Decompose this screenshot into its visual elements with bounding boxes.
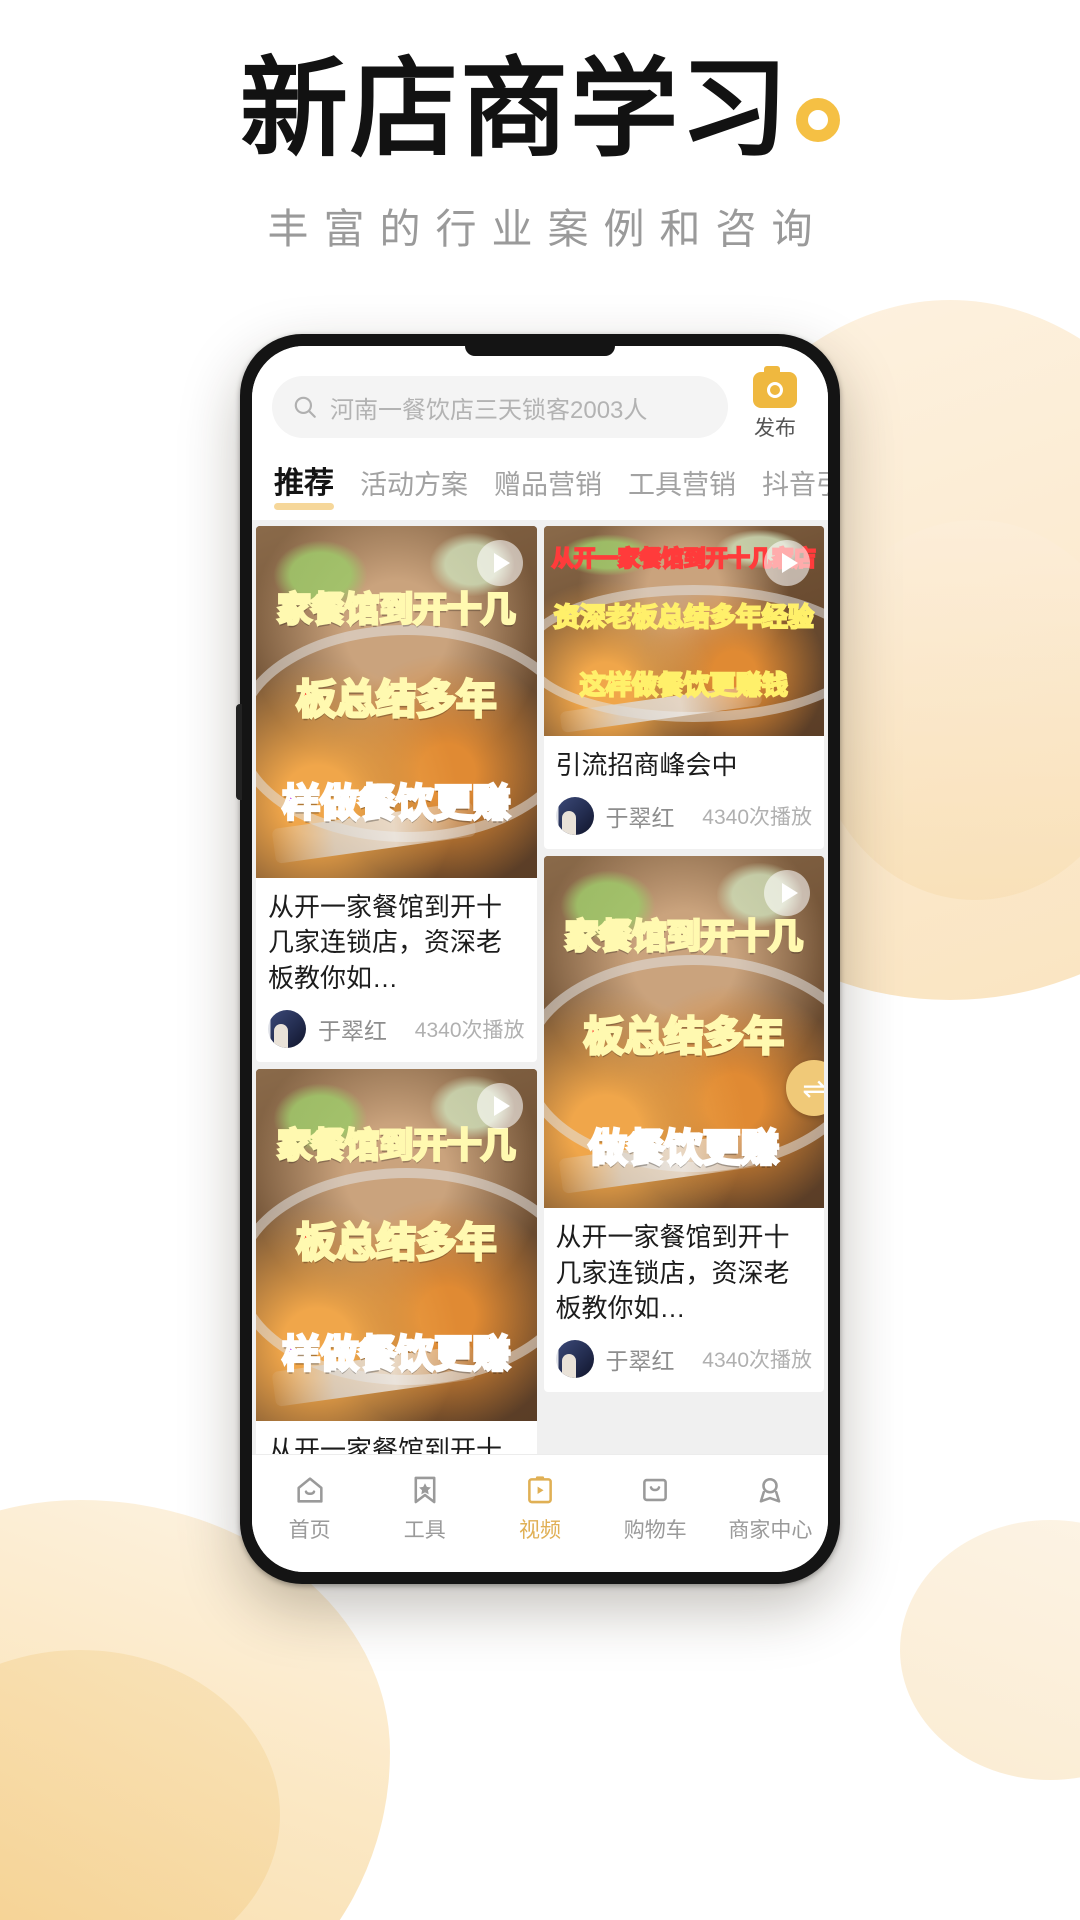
play-count: 4340次播放 (702, 1349, 812, 1373)
nav-label-cart: 购物车 (623, 1519, 687, 1542)
thumb-overlay-bottom: 样做餐饮更赚 (281, 780, 512, 827)
thumb-overlay-bottom: 做餐饮更赚 (587, 1124, 780, 1171)
home-icon (296, 1477, 323, 1503)
bookmark-star-icon (414, 1476, 436, 1504)
nav-item-tools[interactable]: 工具 (367, 1473, 482, 1544)
title-dot-icon (796, 98, 840, 142)
tab-activity-plan[interactable]: 活动方案 (360, 463, 468, 512)
publish-button[interactable]: 发布 (738, 366, 812, 442)
thumb-overlay-mid: 板总结多年 (295, 675, 498, 724)
thumb-overlay-mid: 板总结多年 (582, 1013, 785, 1062)
bg-blob-right-bottom (900, 1520, 1080, 1780)
search-row: 河南一餐饮店三天锁客2003人 发布 (252, 346, 828, 452)
nav-label-merchant: 商家中心 (728, 1519, 813, 1542)
nav-item-home[interactable]: 首页 (252, 1473, 367, 1544)
video-card-body: 从开一家餐馆到开十几家连 (256, 1421, 537, 1454)
tab-gift-marketing[interactable]: 赠品营销 (494, 463, 602, 512)
phone-notch (465, 346, 615, 356)
author-name: 于翠红 (605, 1348, 675, 1375)
nav-item-cart[interactable]: 购物车 (598, 1473, 713, 1544)
thumb-overlay-bottom: 这样做餐饮更赚钱 (579, 670, 789, 702)
phone-screen: 河南一餐饮店三天锁客2003人 发布 推荐 活动方案 赠品营销 工具营销 抖音引… (252, 346, 828, 1572)
play-button[interactable] (764, 540, 810, 586)
thumb-overlay-mid: 板总结多年 (295, 1218, 498, 1267)
thumb-overlay-bottom: 样做餐饮更赚 (281, 1330, 512, 1377)
video-clipboard-icon (528, 1476, 552, 1504)
page-title-text: 新店商学习 (239, 47, 790, 172)
feed-column-left: 家餐馆到开十几 板总结多年 样做餐饮更赚 从开一家餐馆到开十几家连锁店，资深老板… (256, 526, 537, 1454)
video-thumbnail[interactable]: 家餐馆到开十几 板总结多年 做餐饮更赚 ⇌ (543, 856, 824, 1209)
video-card-body: 引流招商峰会中 (544, 736, 825, 787)
page-subtitle: 丰富的行业案例和咨询 (267, 205, 828, 252)
video-card[interactable]: 从开一家餐馆到开十几家店 资深老板总结多年经验 这样做餐饮更赚钱 引流招商峰会中… (543, 526, 825, 850)
video-feed[interactable]: 家餐馆到开十几 板总结多年 样做餐饮更赚 从开一家餐馆到开十几家连锁店，资深老板… (252, 520, 828, 1454)
author-name: 于翠红 (318, 1018, 387, 1045)
play-count: 4340次播放 (702, 806, 812, 830)
thumb-overlay-mid: 资深老板总结多年经验 (553, 602, 815, 634)
nav-item-merchant[interactable]: 商家中心 (713, 1473, 828, 1544)
nav-item-video[interactable]: 视频 (482, 1473, 597, 1544)
search-icon (294, 396, 316, 418)
video-thumbnail[interactable]: 从开一家餐馆到开十几家店 资深老板总结多年经验 这样做餐饮更赚钱 (543, 526, 824, 736)
hero-section: 新店商学习 丰富的行业案例和咨询 (0, 0, 1080, 255)
nav-label-video: 视频 (519, 1519, 561, 1542)
video-meta: 于翠红 4340次播放 (544, 1330, 825, 1392)
nav-label-tools: 工具 (403, 1519, 446, 1542)
search-placeholder-text: 河南一餐饮店三天锁客2003人 (330, 396, 648, 424)
avatar[interactable] (555, 1340, 594, 1379)
thumb-overlay-top: 家餐馆到开十几 (563, 916, 804, 959)
camera-icon (753, 366, 797, 408)
avatar[interactable] (268, 1010, 306, 1049)
video-title: 从开一家餐馆到开十几家连锁店，资深老板教你如… (555, 1222, 790, 1324)
tab-tool-marketing[interactable]: 工具营销 (628, 463, 736, 512)
tab-recommend[interactable]: 推荐 (274, 458, 334, 512)
video-title: 引流招商峰会中 (555, 750, 738, 780)
bottom-navigation[interactable]: 首页 工具 视频 购物车 商家中心 (252, 1454, 828, 1572)
video-meta: 于翠红 4340次播放 (544, 787, 825, 849)
feed-column-right: 从开一家餐馆到开十几家店 资深老板总结多年经验 这样做餐饮更赚钱 引流招商峰会中… (543, 526, 825, 1454)
video-title: 从开一家餐馆到开十几家连锁店，资深老板教你如… (268, 892, 503, 993)
play-button[interactable] (476, 540, 523, 586)
phone-mockup: 河南一餐饮店三天锁客2003人 发布 推荐 活动方案 赠品营销 工具营销 抖音引… (236, 334, 840, 1584)
video-card[interactable]: 家餐馆到开十几 板总结多年 做餐饮更赚 ⇌ 从开一家餐馆到开十几家连锁店，资深老… (543, 856, 825, 1393)
video-thumbnail[interactable]: 家餐馆到开十几 板总结多年 样做餐饮更赚 (256, 1069, 537, 1422)
thumb-overlay-top: 家餐馆到开十几 (276, 589, 517, 632)
page-title: 新店商学习 (240, 51, 840, 169)
video-meta: 于翠红 4340次播放 (256, 1000, 537, 1062)
search-input[interactable]: 河南一餐饮店三天锁客2003人 (272, 376, 728, 438)
publish-label: 发布 (754, 417, 796, 440)
category-tabs[interactable]: 推荐 活动方案 赠品营销 工具营销 抖音引流 关注 (252, 452, 828, 520)
tab-douyin-traffic[interactable]: 抖音引流 (762, 463, 828, 512)
avatar[interactable] (555, 797, 594, 836)
merchant-icon (760, 1477, 781, 1503)
video-card[interactable]: 家餐馆到开十几 板总结多年 样做餐饮更赚 从开一家餐馆到开十几家连 (256, 1069, 537, 1454)
play-count: 4340次播放 (414, 1019, 525, 1043)
video-thumbnail[interactable]: 家餐馆到开十几 板总结多年 样做餐饮更赚 (256, 526, 537, 878)
video-title: 从开一家餐馆到开十几家连 (268, 1435, 503, 1454)
nav-label-home: 首页 (288, 1519, 331, 1542)
video-card[interactable]: 家餐馆到开十几 板总结多年 样做餐饮更赚 从开一家餐馆到开十几家连锁店，资深老板… (256, 526, 537, 1063)
cart-icon (643, 1478, 668, 1502)
video-card-body: 从开一家餐馆到开十几家连锁店，资深老板教你如… (256, 878, 537, 1000)
author-name: 于翠红 (605, 805, 675, 832)
play-button[interactable] (476, 1083, 523, 1130)
video-card-body: 从开一家餐馆到开十几家连锁店，资深老板教你如… (544, 1208, 825, 1330)
